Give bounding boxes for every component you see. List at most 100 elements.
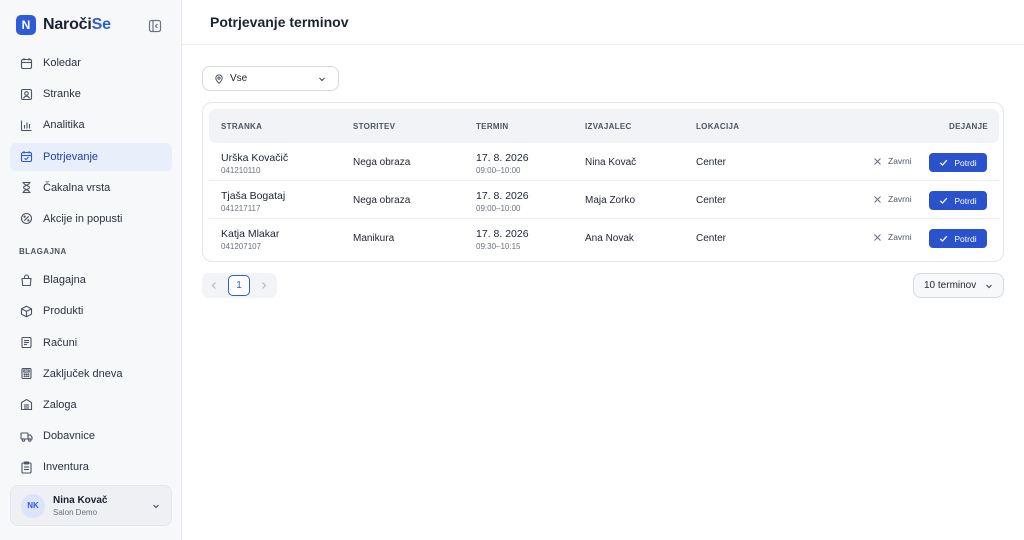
pagination: 1 xyxy=(202,273,277,298)
reject-button[interactable]: Zavrni xyxy=(873,156,912,166)
sidebar-item-cakalna-vrsta[interactable]: Čakalna vrsta xyxy=(10,174,172,202)
sidebar-item-stranke[interactable]: Stranke xyxy=(10,80,172,108)
sidebar: N NaročiSe Koledar Stranke Analitika Pot… xyxy=(0,0,182,540)
check-icon xyxy=(939,196,948,205)
sidebar-item-label: Koledar xyxy=(43,57,81,69)
table-row: Urška Kovačič 041210110 Nega obraza 17. … xyxy=(209,143,999,181)
client-cell: Urška Kovačič 041210110 xyxy=(221,152,288,175)
sidebar-item-label: Inventura xyxy=(43,461,89,474)
user-menu[interactable]: NK Nina Kovač Salon Demo xyxy=(10,485,172,526)
page-header: Potrjevanje terminov xyxy=(182,0,1024,45)
per-page-select[interactable]: 10 terminov xyxy=(913,273,1004,298)
chevron-down-icon xyxy=(984,281,994,291)
staff-cell: Nina Kovač xyxy=(585,157,637,168)
brand-name: NaročiSe xyxy=(43,16,111,34)
sidebar-item-zaloga[interactable]: Zaloga xyxy=(10,391,172,419)
term-date: 17. 8. 2026 xyxy=(476,228,529,240)
close-icon xyxy=(873,157,882,166)
chevron-down-icon xyxy=(151,501,161,511)
staff-cell: Maja Zorko xyxy=(585,195,636,206)
client-phone: 041207107 xyxy=(221,242,262,251)
truck-icon xyxy=(20,430,33,443)
sidebar-nav: Koledar Stranke Analitika Potrjevanje Ča… xyxy=(10,49,172,484)
term-time: 09:00–10:00 xyxy=(476,166,521,175)
sidebar-item-label: Analitika xyxy=(43,119,85,132)
sidebar-item-produkti[interactable]: Produkti xyxy=(10,297,172,325)
client-phone: 041217117 xyxy=(221,204,261,213)
user-salon: Salon Demo xyxy=(53,507,98,517)
term-cell: 17. 8. 2026 09:30–10:15 xyxy=(476,228,529,251)
calendar-icon xyxy=(20,57,33,70)
user-name: Nina Kovač xyxy=(53,494,108,506)
sidebar-item-label: Čakalna vrsta xyxy=(43,181,111,194)
page-button-current[interactable]: 1 xyxy=(228,275,250,296)
calendar-check-icon xyxy=(20,150,33,163)
sidebar-item-blagajna[interactable]: Blagajna xyxy=(10,266,172,294)
service-cell: Nega obraza xyxy=(353,157,411,168)
appointments-table: STRANKA STORITEV TERMIN IZVAJALEC LOKACI… xyxy=(202,102,1004,262)
chevron-left-icon[interactable] xyxy=(210,281,218,290)
client-cell: Tjaša Bogataj 041217117 xyxy=(221,190,285,213)
service-cell: Nega obraza xyxy=(353,195,411,206)
confirm-button[interactable]: Potrdi xyxy=(929,229,987,248)
column-header-action: DEJANJE xyxy=(949,122,989,131)
sidebar-item-label: Računi xyxy=(43,336,78,349)
term-time: 09:30–10:15 xyxy=(476,242,521,251)
register-icon xyxy=(20,274,33,287)
location-filter-value: Vse xyxy=(230,73,248,84)
check-icon xyxy=(939,158,948,167)
client-phone: 041210110 xyxy=(221,166,261,175)
confirm-button[interactable]: Potrdi xyxy=(929,191,987,210)
sidebar-item-label: Stranke xyxy=(43,88,81,101)
location-pin-icon xyxy=(214,73,224,84)
location-cell: Center xyxy=(696,195,727,206)
close-icon xyxy=(873,195,882,204)
term-date: 17. 8. 2026 xyxy=(476,152,529,164)
avatar: NK xyxy=(21,493,45,518)
collapse-sidebar-icon[interactable] xyxy=(148,19,162,33)
sidebar-item-label: Blagajna xyxy=(43,274,86,287)
sidebar-item-analitika[interactable]: Analitika xyxy=(10,111,172,139)
reject-label: Zavrni xyxy=(888,194,912,204)
term-cell: 17. 8. 2026 09:00–10:00 xyxy=(476,190,529,213)
reject-label: Zavrni xyxy=(888,156,912,166)
location-filter-select[interactable]: Vse xyxy=(202,66,339,91)
reject-button[interactable]: Zavrni xyxy=(873,232,912,242)
sidebar-item-potrjevanje[interactable]: Potrjevanje xyxy=(10,142,172,171)
brand-name-part1: Naroči xyxy=(43,16,92,33)
sidebar-item-koledar[interactable]: Koledar xyxy=(10,49,172,77)
receipt-icon xyxy=(20,336,33,349)
sidebar-item-dobavnice[interactable]: Dobavnice xyxy=(10,422,172,450)
sidebar-item-label: Akcije in popusti xyxy=(43,212,123,225)
sidebar-section-heading: BLAGAJNA xyxy=(19,246,67,256)
term-cell: 17. 8. 2026 09:00–10:00 xyxy=(476,152,529,175)
box-icon xyxy=(20,305,33,318)
column-header-service: STORITEV xyxy=(353,122,396,131)
client-name: Tjaša Bogataj xyxy=(221,190,286,202)
brand-name-part2: Se xyxy=(91,16,111,33)
brand[interactable]: N NaročiSe xyxy=(16,15,111,35)
sidebar-item-inventura[interactable]: Inventura xyxy=(10,453,172,481)
per-page-value: 10 terminov xyxy=(924,280,977,291)
reject-button[interactable]: Zavrni xyxy=(873,194,912,204)
column-header-client: STRANKA xyxy=(221,122,263,131)
confirm-button[interactable]: Potrdi xyxy=(929,153,987,172)
confirm-label: Potrdi xyxy=(954,157,977,168)
confirm-label: Potrdi xyxy=(954,195,977,206)
client-name: Urška Kovačič xyxy=(221,152,289,164)
sidebar-item-racuni[interactable]: Računi xyxy=(10,329,172,357)
user-info: Nina Kovač Salon Demo xyxy=(53,495,107,517)
page-title: Potrjevanje terminov xyxy=(210,14,349,30)
client-cell: Katja Mlakar 041207107 xyxy=(221,228,279,251)
table-row: Tjaša Bogataj 041217117 Nega obraza 17. … xyxy=(209,181,999,219)
sidebar-item-label: Produkti xyxy=(43,305,84,318)
client-name: Katja Mlakar xyxy=(221,228,280,240)
chevron-right-icon[interactable] xyxy=(260,281,268,290)
chevron-down-icon xyxy=(317,74,327,84)
brand-logo: N xyxy=(16,15,36,35)
confirm-label: Potrdi xyxy=(954,233,977,244)
term-time: 09:00–10:00 xyxy=(476,204,521,213)
sidebar-item-akcije-in-popusti[interactable]: Akcije in popusti xyxy=(10,205,172,233)
sidebar-item-label: Dobavnice xyxy=(43,430,95,443)
sidebar-item-zakljucek-dneva[interactable]: Zaključek dneva xyxy=(10,360,172,388)
